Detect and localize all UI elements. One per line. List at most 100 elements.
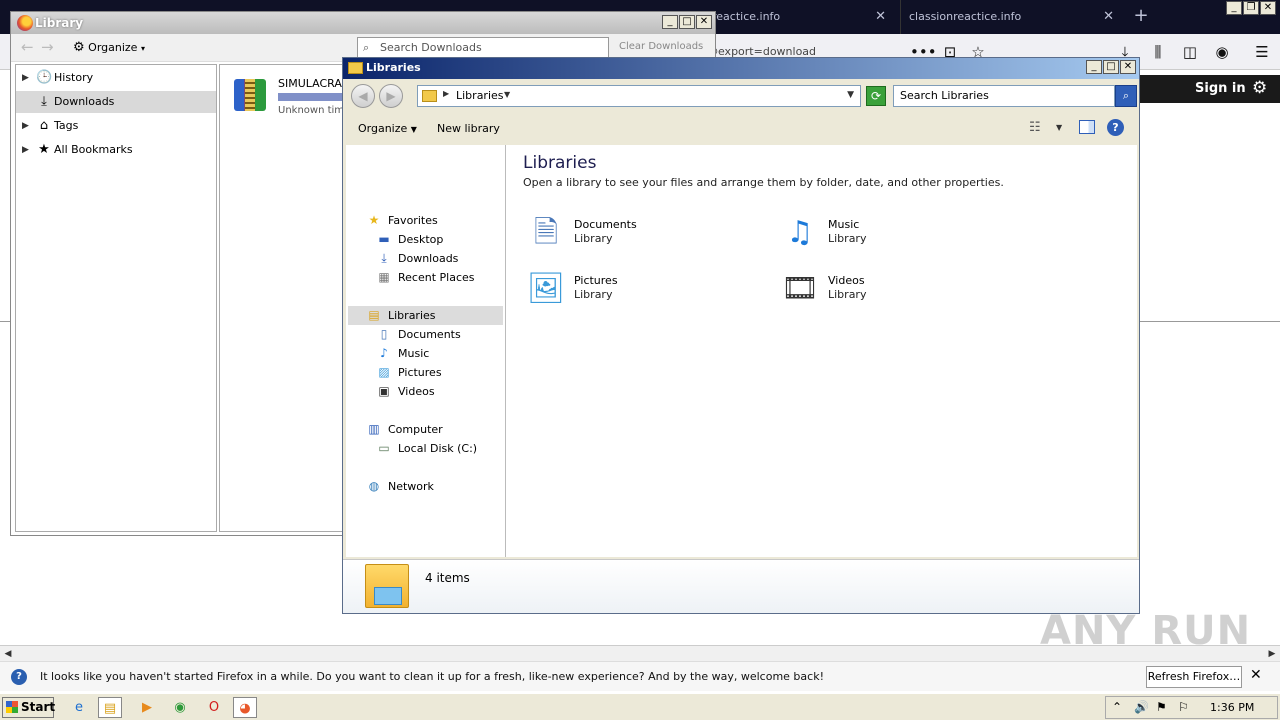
expand-arrow-icon[interactable]: ▶ <box>22 115 29 137</box>
nav-pictures[interactable]: ▨ Pictures <box>348 363 503 382</box>
minimize-button[interactable]: _ <box>662 15 678 29</box>
help-icon[interactable]: ? <box>1107 119 1124 136</box>
expand-arrow-icon[interactable]: ▶ <box>22 67 29 89</box>
search-libraries-input[interactable]: Search Libraries <box>893 85 1115 107</box>
local-disk-icon: ▭ <box>378 441 390 455</box>
library-title-bar[interactable]: Library _ □ ✕ <box>11 12 715 34</box>
media-player-icon[interactable]: ▶ <box>135 697 159 718</box>
details-pane: 4 items <box>343 559 1139 613</box>
library-tile-pictures[interactable]: 🖼 Pictures Library <box>522 265 722 315</box>
libraries-folder-icon <box>365 564 409 608</box>
opera-icon[interactable]: O <box>202 697 226 718</box>
tab-close-icon[interactable]: ✕ <box>875 0 886 34</box>
firefox-tab[interactable]: reactice.info ✕ <box>704 0 894 34</box>
start-button[interactable]: Start <box>2 697 55 718</box>
horizontal-scrollbar[interactable]: ◀ ▶ <box>0 645 1280 661</box>
flag-icon[interactable]: ⚐ <box>1178 700 1189 714</box>
sidebar-item-all-bookmarks[interactable]: ▶ ★ All Bookmarks <box>16 139 216 161</box>
firefox-taskbar-icon[interactable]: ◕ <box>233 697 257 718</box>
library-icon[interactable]: ⫼ <box>1146 40 1170 64</box>
minimize-button[interactable]: _ <box>1226 1 1242 15</box>
nav-item-label: Music <box>398 347 430 360</box>
libraries-title-bar[interactable]: Libraries _ □ ✕ <box>343 58 1139 79</box>
account-icon[interactable]: ◉ <box>1210 40 1234 64</box>
sidebar-icon[interactable]: ◫ <box>1178 40 1202 64</box>
gear-icon[interactable]: ⚙ <box>1252 78 1267 98</box>
nav-favorites[interactable]: ★ Favorites <box>348 211 503 230</box>
library-tile-music[interactable]: ♫ Music Library <box>776 209 976 259</box>
back-button[interactable]: ◀ <box>351 84 375 108</box>
clock[interactable]: 1:36 PM <box>1210 701 1254 714</box>
explorer-taskbar-icon[interactable]: ▤ <box>98 697 122 718</box>
nav-desktop[interactable]: ▬ Desktop <box>348 230 503 249</box>
nav-videos[interactable]: ▣ Videos <box>348 382 503 401</box>
scroll-left-icon[interactable]: ◀ <box>0 646 16 662</box>
nav-recent-places[interactable]: ▦ Recent Places <box>348 268 503 287</box>
libraries-folder-icon <box>348 62 363 74</box>
scroll-right-icon[interactable]: ▶ <box>1264 646 1280 662</box>
chrome-icon[interactable]: ◉ <box>168 697 192 718</box>
library-tile-documents[interactable]: 🗎 Documents Library <box>522 209 722 259</box>
chevron-down-icon[interactable]: ▼ <box>1056 123 1062 132</box>
nav-documents[interactable]: ▯ Documents <box>348 325 503 344</box>
close-button[interactable]: ✕ <box>1260 1 1276 15</box>
library-type: Library <box>574 232 613 245</box>
network-tray-icon[interactable]: ⚑ <box>1156 700 1167 714</box>
nav-local-disk[interactable]: ▭ Local Disk (C:) <box>348 439 503 458</box>
sidebar-item-downloads[interactable]: ⤓ Downloads <box>16 91 216 113</box>
tray-expand-icon[interactable]: ⌃ <box>1112 700 1122 714</box>
maximize-button[interactable]: □ <box>679 15 695 29</box>
sign-in-link[interactable]: Sign in <box>1195 81 1246 96</box>
new-library-button[interactable]: New library <box>437 122 500 135</box>
expand-arrow-icon[interactable]: ▶ <box>22 139 29 161</box>
library-tile-videos[interactable]: 🎞 Videos Library <box>776 265 976 315</box>
search-icon[interactable]: ⌕ <box>1115 85 1137 107</box>
organize-button[interactable]: ⚙ Organize ▾ <box>73 40 145 55</box>
chevron-down-icon: ▼ <box>410 125 417 134</box>
address-breadcrumb[interactable]: Libraries <box>456 89 504 102</box>
music-library-icon: ♫ <box>786 215 814 250</box>
refresh-firefox-button[interactable]: Refresh Firefox… <box>1146 666 1242 688</box>
search-downloads-input[interactable]: ⌕ Search Downloads <box>357 37 609 58</box>
address-bar[interactable]: ▶ Libraries ▼ ▼ <box>417 85 861 107</box>
nav-computer[interactable]: ▥ Computer <box>348 420 503 439</box>
refresh-icon[interactable]: ⟳ <box>866 86 886 106</box>
tab-label: reactice.info <box>712 10 781 23</box>
nav-music[interactable]: ♪ Music <box>348 344 503 363</box>
clear-downloads-button[interactable]: Clear Downloads <box>619 41 703 52</box>
forward-arrow-icon[interactable]: → <box>41 38 54 56</box>
nav-item-label: Favorites <box>388 214 438 227</box>
tab-close-icon[interactable]: ✕ <box>1103 0 1114 34</box>
menu-icon[interactable]: ☰ <box>1250 40 1274 64</box>
minimize-button[interactable]: _ <box>1086 60 1102 74</box>
close-button[interactable]: ✕ <box>1120 60 1136 74</box>
internet-explorer-icon[interactable]: e <box>67 697 91 718</box>
pictures-icon: ▨ <box>378 365 390 379</box>
new-tab-button[interactable]: + <box>1130 4 1152 28</box>
breadcrumb-arrow-icon[interactable]: ▶ <box>443 89 449 98</box>
nav-libraries[interactable]: ▤ Libraries <box>348 306 503 325</box>
volume-icon[interactable]: 🔊 <box>1134 700 1149 714</box>
preview-pane-icon[interactable] <box>1079 120 1095 134</box>
sidebar-item-history[interactable]: ▶ 🕒 History <box>16 67 216 89</box>
nav-item-label: Recent Places <box>398 271 475 284</box>
notification-close-icon[interactable]: ✕ <box>1250 667 1262 683</box>
address-history-dropdown-icon[interactable]: ▼ <box>847 90 854 100</box>
item-count: 4 items <box>425 571 470 585</box>
chevron-down-icon[interactable]: ▼ <box>504 90 510 99</box>
network-icon: ◍ <box>368 479 380 493</box>
firefox-tab[interactable]: classionreactice.info ✕ <box>900 0 1122 34</box>
back-arrow-icon[interactable]: ← <box>21 38 34 56</box>
explorer-command-bar: Organize ▼ New library ☷ ▼ ? <box>343 113 1139 145</box>
organize-button[interactable]: Organize ▼ <box>358 122 417 135</box>
nav-network[interactable]: ◍ Network <box>348 477 503 496</box>
change-view-icon[interactable]: ☷ <box>1029 120 1041 135</box>
restore-button[interactable]: ❐ <box>1243 1 1259 15</box>
winrar-archive-icon <box>234 79 266 111</box>
libraries-folder-icon <box>422 90 437 102</box>
close-button[interactable]: ✕ <box>696 15 712 29</box>
maximize-button[interactable]: □ <box>1103 60 1119 74</box>
forward-button[interactable]: ▶ <box>379 84 403 108</box>
sidebar-item-tags[interactable]: ▶ ⌂ Tags <box>16 115 216 137</box>
nav-downloads[interactable]: ⤓ Downloads <box>348 249 503 268</box>
